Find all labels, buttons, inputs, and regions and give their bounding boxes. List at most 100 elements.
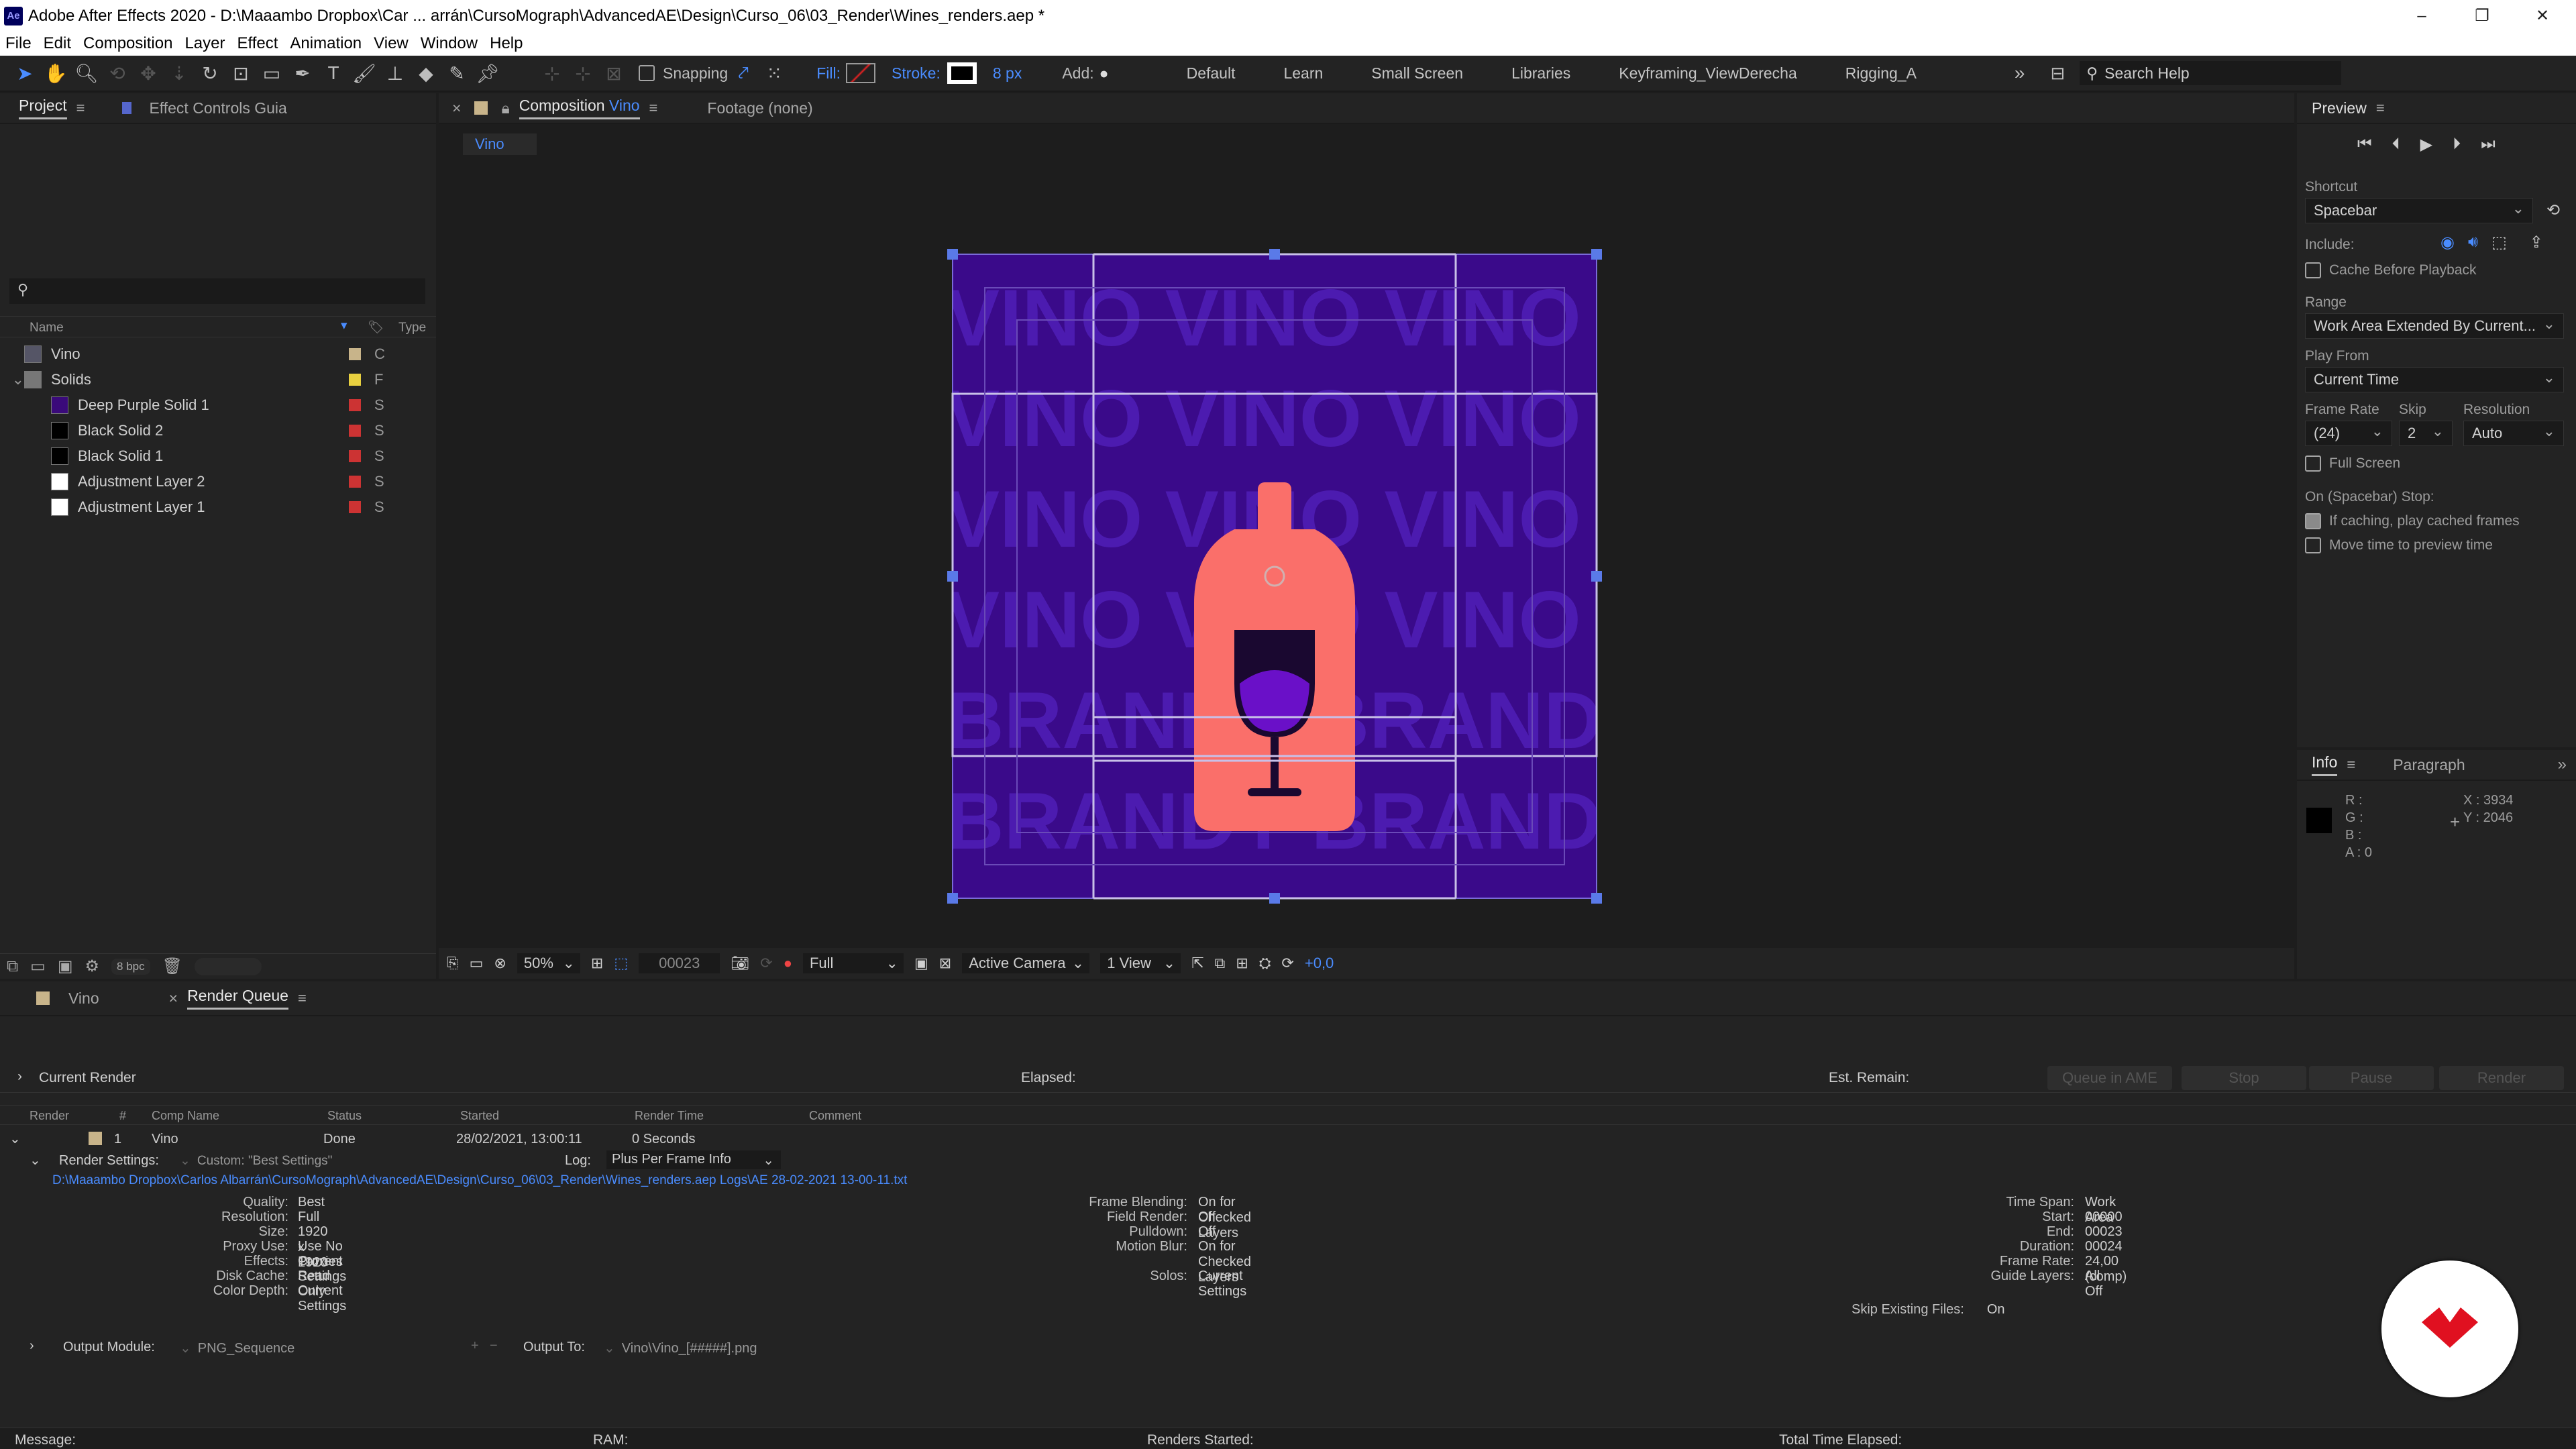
pause-button[interactable]: Pause [2309,1066,2434,1090]
first-frame-icon[interactable]: ⏮ [2357,135,2372,154]
add-menu-icon[interactable]: ● [1099,64,1109,83]
eraser-tool-icon[interactable]: ◆ [411,58,441,89]
preview-menu-icon[interactable]: ≡ [2376,99,2385,117]
delete-icon[interactable]: 🗑︎ [162,957,182,976]
view-axis-icon[interactable]: ⊠ [598,58,629,89]
column-started[interactable]: Started [460,1109,499,1123]
roi-icon[interactable]: ▣ [914,955,928,972]
transparency-grid-icon[interactable]: ⊠ [939,955,951,972]
new-folder-icon[interactable]: ▭ [30,957,46,976]
remove-output-icon[interactable]: − [490,1338,498,1354]
zoom-tool-icon[interactable]: 🔍︎ [71,58,102,89]
project-item[interactable]: Black Solid 2 S [0,418,429,443]
project-item[interactable]: ⌄ Solids F [0,367,429,392]
close-tab-icon[interactable]: × [169,989,178,1008]
label-color-icon[interactable] [349,476,361,488]
paragraph-tab[interactable]: Paragraph [2393,756,2465,774]
cache-before-playback-row[interactable]: Cache Before Playback [2305,262,2476,279]
audio-include-icon[interactable]: 🔊︎ [2468,233,2478,252]
snap-features-icon[interactable]: ⁙ [759,58,790,89]
stroke-swatch[interactable] [947,62,977,84]
render-button[interactable]: Render [2439,1066,2564,1090]
export-icon[interactable]: ⇪ [2530,233,2543,252]
preview-tab[interactable]: Preview [2312,99,2367,117]
sort-arrow-icon[interactable]: ▾ [341,318,347,333]
expand-icon[interactable]: › [30,1338,34,1354]
stroke-width[interactable]: 8 px [993,64,1022,83]
item-label-icon[interactable] [89,1132,102,1145]
flowchart-icon[interactable]: ⛭ [1259,955,1271,972]
menu-composition[interactable]: Composition [83,34,172,53]
close-button[interactable]: ✕ [2509,0,2576,32]
menu-view[interactable]: View [374,34,409,53]
reset-exposure-icon[interactable]: ⟳ [1281,955,1293,972]
full-screen-row[interactable]: Full Screen [2305,455,2400,472]
zoom-select[interactable]: 50% ⌄ [517,953,580,973]
render-settings-dropdown[interactable]: ⌄ Custom: "Best Settings" [180,1153,332,1169]
vr-icon[interactable]: ⊗ [494,955,506,972]
render-queue-tab[interactable]: Render Queue [187,987,288,1010]
menu-effect[interactable]: Effect [237,34,278,53]
menu-edit[interactable]: Edit [44,34,71,53]
project-settings-icon[interactable]: ⚙ [85,957,100,976]
world-axis-icon[interactable]: ⊹ [568,58,598,89]
stop-button[interactable]: Stop [2182,1066,2306,1090]
rectangle-tool-icon[interactable]: ▭ [256,58,287,89]
project-search-input[interactable]: ⚲ [9,278,425,304]
info-menu-icon[interactable]: ≡ [2347,756,2355,773]
menu-help[interactable]: Help [490,34,523,53]
log-select[interactable]: Plus Per Frame Info ⌄ [606,1150,781,1169]
play-from-select[interactable]: Current Time [2305,367,2564,392]
column-name[interactable]: Name [30,321,64,335]
frame-rate-select[interactable]: (24) [2305,421,2392,446]
snapping-checkbox[interactable] [639,65,655,81]
column-comment[interactable]: Comment [809,1109,861,1123]
workspace-default[interactable]: Default [1187,64,1236,83]
menu-layer[interactable]: Layer [184,34,225,53]
fill-swatch[interactable] [845,63,875,83]
label-color-icon[interactable] [349,501,361,513]
column-render[interactable]: Render [30,1109,69,1123]
fast-preview-icon[interactable]: ⧉ [1215,955,1226,972]
pan-behind-tool-icon[interactable]: ⊡ [225,58,256,89]
workspace-small-screen[interactable]: Small Screen [1371,64,1463,83]
collapse-icon[interactable]: ⌄ [9,1130,21,1147]
workspace-rigging[interactable]: Rigging_A [1845,64,1917,83]
move-time-checkbox[interactable] [2305,537,2321,554]
full-screen-checkbox[interactable] [2305,455,2321,472]
project-item[interactable]: Black Solid 1 S [0,443,429,469]
add-output-icon[interactable]: + [471,1338,479,1354]
menu-animation[interactable]: Animation [290,34,362,53]
info-tab[interactable]: Info [2312,753,2338,776]
maximize-button[interactable]: ❐ [2449,0,2516,32]
label-color-icon[interactable] [349,399,361,411]
project-item[interactable]: Vino C [0,341,429,367]
close-tab-icon[interactable]: × [452,99,461,117]
snapshot-icon[interactable]: 📷︎ [731,955,749,972]
menu-window[interactable]: Window [421,34,478,53]
show-snapshot-icon[interactable]: ⟳ [760,955,772,972]
timeline-icon[interactable]: ⊞ [1236,955,1248,972]
local-axis-icon[interactable]: ⊹ [537,58,568,89]
column-status[interactable]: Status [327,1109,362,1123]
search-help-field[interactable]: ⚲ Search Help [2080,61,2342,85]
queue-in-ame-button[interactable]: Queue in AME [2047,1066,2172,1090]
brush-tool-icon[interactable]: 🖌︎ [349,58,380,89]
camera-select[interactable]: Active Camera ⌄ [962,953,1090,973]
type-tool-icon[interactable]: T [318,58,349,89]
skip-select[interactable]: 2 [2399,421,2453,446]
project-menu-icon[interactable]: ≡ [76,99,85,117]
composition-menu-icon[interactable]: ≡ [649,99,658,117]
output-module-dropdown[interactable]: ⌄ PNG_Sequence [180,1340,294,1356]
puppet-pin-tool-icon[interactable]: 📌︎ [472,58,503,89]
label-color-icon[interactable] [349,450,361,462]
render-queue-menu-icon[interactable]: ≡ [298,989,307,1007]
workspace-learn[interactable]: Learn [1283,64,1323,83]
label-column-icon[interactable]: 🏷︎ [368,319,384,335]
project-scroll-track[interactable] [195,957,262,975]
last-frame-icon[interactable]: ⏭ [2481,135,2496,154]
always-preview-icon[interactable]: ⎘ [447,955,459,972]
folder-toggle-icon[interactable]: ⌄ [0,371,24,388]
clone-stamp-tool-icon[interactable]: ⊥ [380,58,411,89]
rotate-tool-icon[interactable]: ↻ [195,58,225,89]
